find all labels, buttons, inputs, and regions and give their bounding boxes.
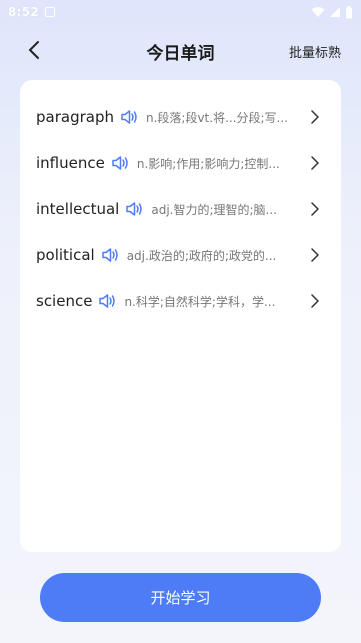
word-list-card: paragraph n.段落;段vt.将...分段;写... influence… xyxy=(20,80,341,552)
word-row-influence[interactable]: influence n.影响;作用;影响力;控制... xyxy=(20,148,341,178)
batch-mark-familiar-button[interactable]: 批量标熟 xyxy=(289,42,341,61)
status-icons xyxy=(311,5,353,19)
chevron-right-icon xyxy=(311,202,319,216)
status-time: 8:52 xyxy=(8,5,40,19)
word-row-political[interactable]: political adj.政治的;政府的;政党的... xyxy=(20,240,341,270)
word-meaning: adj.智力的;理智的;脑... xyxy=(151,202,277,217)
battery-icon xyxy=(346,5,352,18)
word-text: influence xyxy=(36,154,105,172)
word-meaning: n.科学;自然科学;学科，学... xyxy=(124,294,276,309)
wifi-icon xyxy=(311,7,325,17)
chevron-right-icon xyxy=(311,110,319,124)
chevron-right-icon xyxy=(311,248,319,262)
chevron-right-icon xyxy=(311,156,319,170)
speaker-icon[interactable] xyxy=(120,108,138,126)
status-bar: 8:52 xyxy=(0,0,361,24)
app-notification-icon xyxy=(45,7,56,17)
word-text: paragraph xyxy=(36,108,114,126)
word-text: intellectual xyxy=(36,200,120,218)
word-row-paragraph[interactable]: paragraph n.段落;段vt.将...分段;写... xyxy=(20,102,341,132)
speaker-icon[interactable] xyxy=(98,292,116,310)
start-learning-button[interactable]: 开始学习 xyxy=(40,573,321,622)
signal-icon xyxy=(330,7,340,17)
word-row-intellectual[interactable]: intellectual adj.智力的;理智的;脑... xyxy=(20,194,341,224)
word-row-science[interactable]: science n.科学;自然科学;学科，学... xyxy=(20,286,341,316)
speaker-icon[interactable] xyxy=(111,154,129,172)
word-meaning: adj.政治的;政府的;政党的... xyxy=(126,248,277,263)
word-text: political xyxy=(36,246,95,264)
word-text: science xyxy=(36,292,93,310)
speaker-icon[interactable] xyxy=(125,200,143,218)
speaker-icon[interactable] xyxy=(101,246,119,264)
word-meaning: n.段落;段vt.将...分段;写... xyxy=(145,110,288,125)
header: 今日单词 批量标熟 xyxy=(0,30,361,70)
word-meaning: n.影响;作用;影响力;控制... xyxy=(136,156,280,171)
chevron-right-icon xyxy=(311,294,319,308)
